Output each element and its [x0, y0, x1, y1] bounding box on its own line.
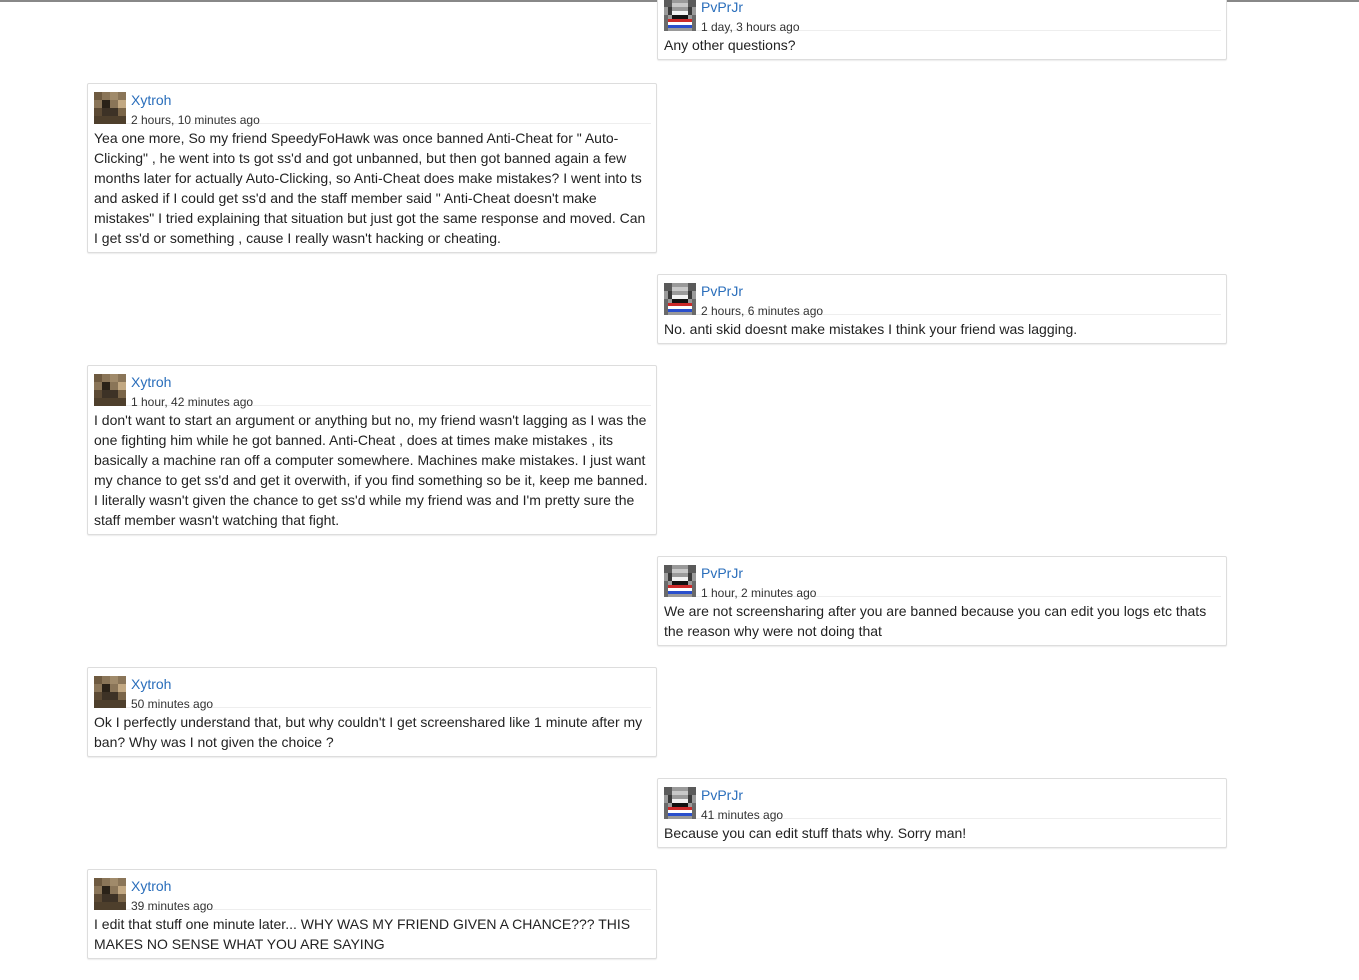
comment-timestamp: 2 hours, 6 minutes ago: [701, 304, 824, 318]
author-link[interactable]: PvPrJr: [701, 565, 743, 581]
comment-body: Because you can edit stuff thats why. So…: [664, 825, 967, 841]
comment-timestamp: 2 hours, 10 minutes ago: [131, 113, 260, 127]
author-link[interactable]: PvPrJr: [701, 0, 743, 15]
comment-post: Xytroh 50 minutes ago Ok I perfectly under…: [87, 667, 657, 757]
avatar[interactable]: [664, 787, 696, 819]
comment-header: Xytroh 39 minutes ago: [94, 876, 651, 913]
comment-post: Xytroh 39 minutes ago I edit that stuff on…: [87, 869, 657, 959]
avatar[interactable]: [664, 565, 696, 597]
comment-body: I don't want to start an argument or any…: [94, 412, 648, 528]
comment-timestamp: 41 minutes ago: [701, 808, 784, 822]
comment-timestamp: 1 hour, 42 minutes ago: [131, 395, 254, 409]
comment-header: PvPrJr 2 hours, 6 minutes ago: [664, 281, 1221, 318]
author-link[interactable]: Xytroh: [131, 374, 171, 390]
comment-header: Xytroh 2 hours, 10 minutes ago: [94, 90, 651, 127]
avatar[interactable]: [94, 878, 126, 910]
comment-body: We are not screensharing after you are b…: [664, 603, 1207, 639]
comment-timestamp: 39 minutes ago: [131, 899, 214, 913]
comment-header: PvPrJr 41 minutes ago: [664, 785, 1221, 822]
author-link[interactable]: PvPrJr: [701, 283, 743, 299]
comment-header: PvPrJr 1 hour, 2 minutes ago: [664, 563, 1221, 600]
comment-body: Yea one more, So my friend SpeedyFoHawk …: [94, 130, 646, 246]
comment-body: I edit that stuff one minute later... WH…: [94, 916, 631, 952]
comment-timestamp: 1 day, 3 hours ago: [701, 20, 800, 34]
comment-post: PvPrJr 2 hours, 6 minutes ago No. anti ski…: [657, 274, 1227, 344]
comment-post: Xytroh 2 hours, 10 minutes ago Yea one mor…: [87, 83, 657, 253]
comment-header: PvPrJr 1 day, 3 hours ago: [664, 0, 1221, 34]
author-link[interactable]: Xytroh: [131, 878, 171, 894]
comment-header: Xytroh 1 hour, 42 minutes ago: [94, 372, 651, 409]
comment-post: PvPrJr 1 hour, 2 minutes ago We are not sc…: [657, 556, 1227, 646]
comment-timestamp: 50 minutes ago: [131, 697, 214, 711]
avatar[interactable]: [94, 374, 126, 406]
avatar[interactable]: [664, 283, 696, 315]
author-link[interactable]: Xytroh: [131, 92, 171, 108]
comment-post: PvPrJr 41 minutes ago Because you can edit…: [657, 778, 1227, 848]
avatar[interactable]: [664, 0, 696, 31]
avatar[interactable]: [94, 676, 126, 708]
comment-post: Xytroh 1 hour, 42 minutes ago I don't want…: [87, 365, 657, 535]
comment-body: Any other questions?: [664, 37, 796, 53]
comment-post: PvPrJr 1 day, 3 hours ago Any other questi…: [657, 0, 1227, 60]
author-link[interactable]: Xytroh: [131, 676, 171, 692]
comment-body: No. anti skid doesnt make mistakes I thi…: [664, 321, 1078, 337]
comment-timestamp: 1 hour, 2 minutes ago: [701, 586, 817, 600]
comment-header: Xytroh 50 minutes ago: [94, 674, 651, 711]
author-link[interactable]: PvPrJr: [701, 787, 743, 803]
comment-body: Ok I perfectly understand that, but why …: [94, 714, 643, 750]
avatar[interactable]: [94, 92, 126, 124]
